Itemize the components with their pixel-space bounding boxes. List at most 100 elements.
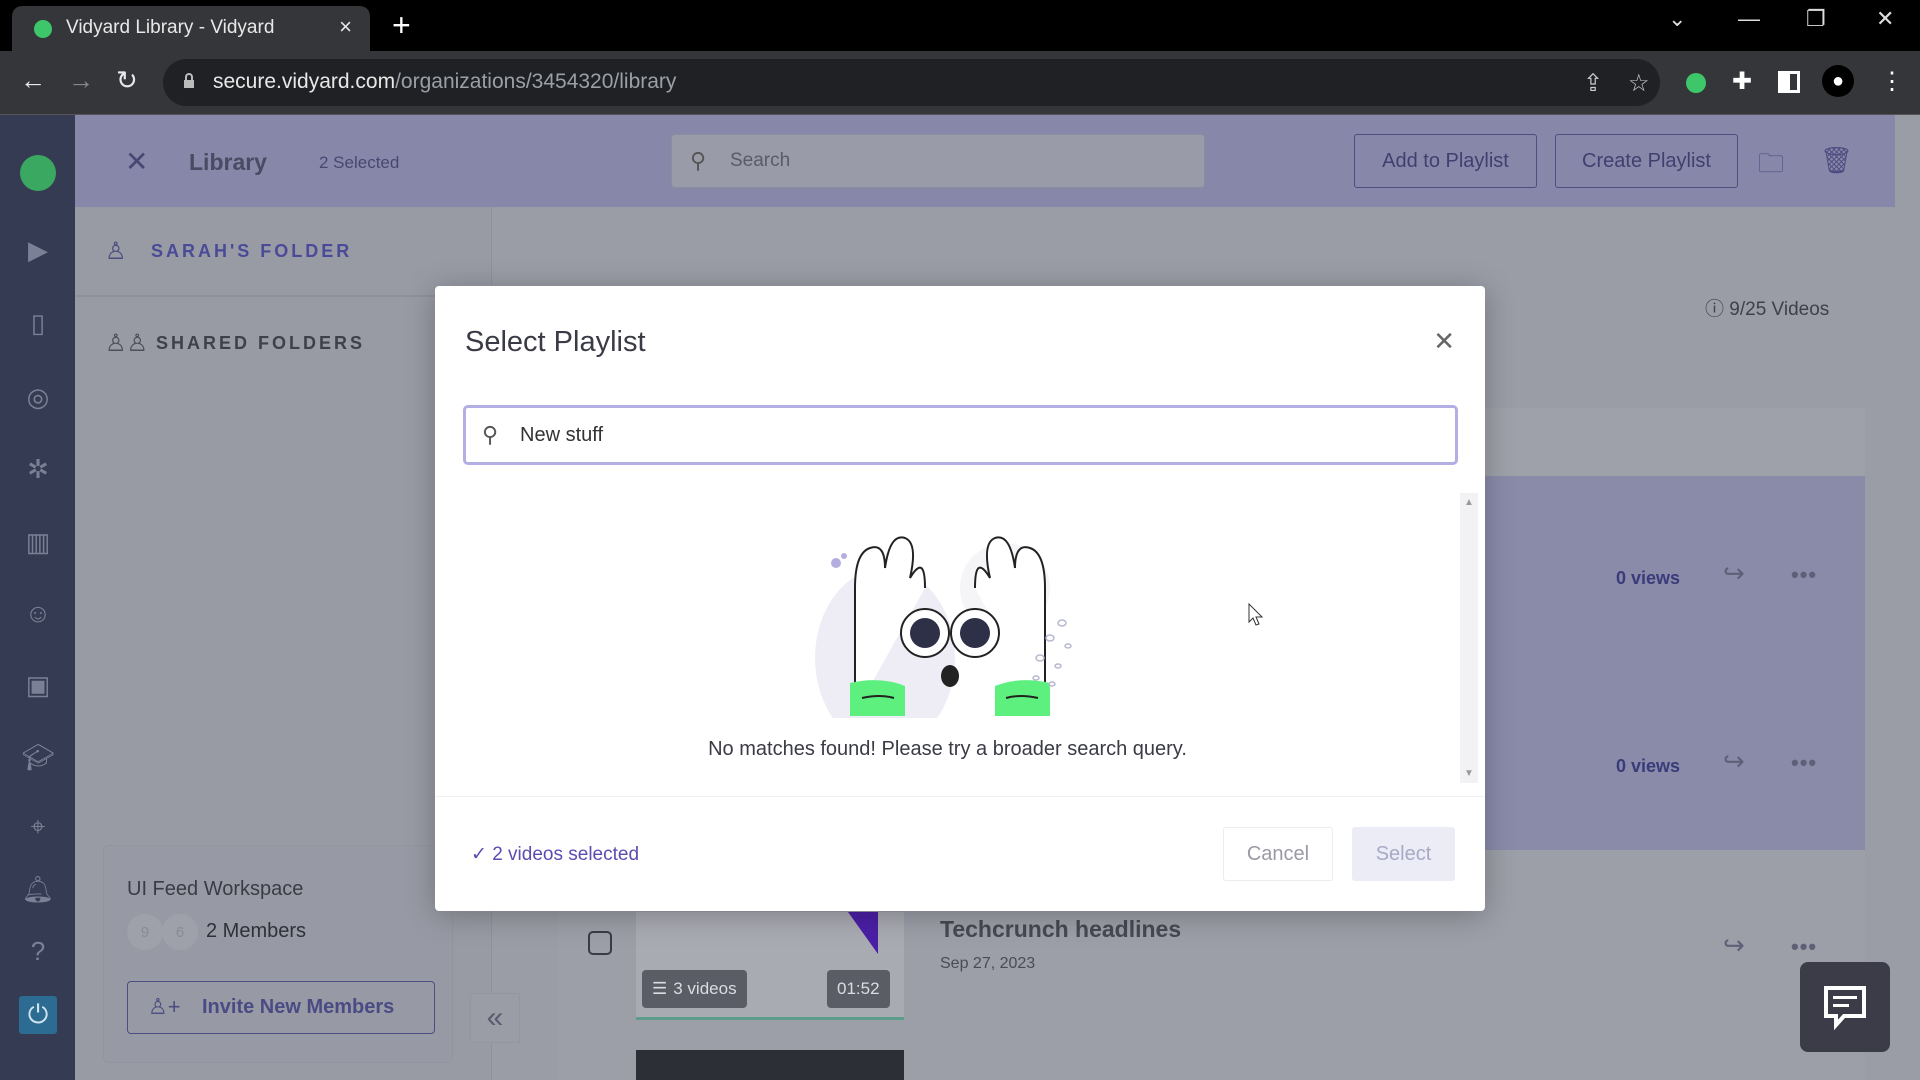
no-results-illustration bbox=[815, 536, 1072, 718]
user-icon: ♙ bbox=[105, 238, 127, 265]
minimize-icon[interactable]: — bbox=[1738, 6, 1760, 32]
modal-close-icon[interactable]: ✕ bbox=[1433, 326, 1455, 357]
videos-badge-text: 3 videos bbox=[673, 979, 737, 998]
page-title: Library bbox=[189, 149, 267, 175]
invite-new-members-button[interactable]: ♙+ Invite New Members bbox=[127, 981, 435, 1034]
videos-nav-icon[interactable]: ▶ bbox=[18, 230, 58, 270]
vidyard-logo-icon[interactable] bbox=[20, 155, 56, 191]
row-checkbox[interactable] bbox=[588, 931, 612, 955]
reload-icon[interactable]: ↻ bbox=[116, 65, 138, 96]
selected-count: 2 Selected bbox=[319, 153, 400, 172]
forward-icon[interactable]: → bbox=[68, 65, 94, 96]
folder-sidepanel: ♙ SARAH'S FOLDER ♙♙ SHARED FOLDERS UI Fe… bbox=[75, 207, 492, 1080]
library-search-input[interactable]: ⚲ Search bbox=[671, 134, 1205, 188]
add-to-playlist-button[interactable]: Add to Playlist bbox=[1354, 134, 1537, 188]
more-options-icon[interactable]: ••• bbox=[1791, 934, 1817, 960]
bookmark-star-icon[interactable]: ☆ bbox=[1628, 69, 1650, 98]
url-text: secure.vidyard.com/organizations/3454320… bbox=[213, 70, 676, 94]
mouse-cursor-icon bbox=[1248, 603, 1264, 626]
sidebar-item-sarahs-folder[interactable]: ♙ SARAH'S FOLDER bbox=[75, 207, 492, 297]
sidebar-item-label: SARAH'S FOLDER bbox=[151, 241, 353, 261]
users-icon: ♙♙ bbox=[105, 330, 149, 357]
share-icon[interactable]: ↪ bbox=[1723, 930, 1745, 961]
power-icon[interactable]: ⏻ bbox=[19, 996, 57, 1034]
browser-toolbar: ← → ↻ secure.vidyard.com/organizations/3… bbox=[0, 51, 1920, 115]
notifications-bell-icon[interactable]: 🔔︎ bbox=[18, 869, 58, 909]
tab-search-icon[interactable]: ⌄ bbox=[1668, 6, 1686, 32]
new-tab-button[interactable]: + bbox=[392, 7, 411, 44]
playlist-search-field[interactable]: ⚲ bbox=[463, 405, 1458, 465]
profile-avatar-icon[interactable]: ● bbox=[1822, 65, 1854, 97]
rooms-door-icon[interactable]: ▯ bbox=[18, 303, 58, 343]
tab-close-icon[interactable]: × bbox=[339, 14, 352, 40]
integrations-network-icon[interactable]: ✲ bbox=[18, 449, 58, 489]
row-views: 0 views bbox=[1616, 568, 1681, 588]
team-users-icon[interactable]: ☺ bbox=[18, 593, 58, 633]
extensions-puzzle-icon[interactable]: ✚ bbox=[1732, 67, 1752, 96]
add-user-icon: ♙+ bbox=[148, 994, 181, 1019]
select-button[interactable]: Select bbox=[1352, 827, 1455, 881]
video-count-text: 9/25 Videos bbox=[1729, 299, 1830, 320]
back-icon[interactable]: ← bbox=[20, 65, 46, 96]
select-playlist-modal: Select Playlist ✕ ⚲ ▲ ▼ No matches found… bbox=[435, 286, 1485, 911]
empty-state-message: No matches found! Please try a broader s… bbox=[708, 738, 1187, 760]
collapse-sidebar-button[interactable]: « bbox=[470, 993, 520, 1043]
move-to-folder-icon[interactable]: 🗀︎ bbox=[1758, 145, 1784, 189]
lock-icon bbox=[184, 73, 194, 88]
clear-selection-close-icon[interactable]: ✕ bbox=[125, 145, 148, 178]
analytics-chart-icon[interactable]: ▥ bbox=[18, 522, 58, 562]
modal-title: Select Playlist bbox=[465, 326, 646, 358]
url-host: secure.vidyard.com bbox=[213, 70, 396, 93]
search-icon: ⚲ bbox=[690, 148, 707, 173]
video-count: ⓘ 9/25 Videos bbox=[1705, 299, 1830, 320]
vidyard-favicon-icon bbox=[34, 20, 52, 38]
divider bbox=[75, 295, 492, 297]
delete-trash-icon[interactable]: 🗑︎ bbox=[1820, 145, 1853, 176]
row-views: 0 views bbox=[1616, 756, 1681, 776]
video-title[interactable]: Techcrunch headlines bbox=[940, 916, 1181, 943]
share-icon[interactable]: ↪ bbox=[1723, 746, 1745, 777]
member-avatar: 6 bbox=[162, 914, 198, 950]
playlist-search-input[interactable] bbox=[520, 418, 1420, 452]
prospecting-target-icon[interactable]: ◎ bbox=[18, 377, 58, 417]
side-panel-icon[interactable] bbox=[1778, 71, 1800, 93]
academy-cap-icon[interactable]: 🎓︎ bbox=[18, 737, 58, 777]
selected-summary: ✓ 2 videos selected bbox=[471, 843, 639, 866]
more-options-icon[interactable]: ••• bbox=[1791, 562, 1817, 588]
thumbnail-accent bbox=[848, 912, 878, 954]
share-icon[interactable]: ↪ bbox=[1723, 558, 1745, 589]
member-avatar: 9 bbox=[127, 914, 163, 950]
results-scrollbar[interactable]: ▲ ▼ bbox=[1460, 493, 1478, 783]
browser-menu-icon[interactable]: ⋮ bbox=[1880, 67, 1904, 96]
restore-icon[interactable]: ❐ bbox=[1806, 6, 1826, 32]
search-icon: ⚲ bbox=[482, 422, 499, 447]
tab-title: Vidyard Library - Vidyard bbox=[66, 17, 275, 38]
member-count[interactable]: 2 Members bbox=[206, 920, 306, 943]
video-thumbnail[interactable] bbox=[636, 1050, 904, 1080]
scroll-down-arrow[interactable]: ▼ bbox=[1464, 768, 1474, 779]
create-playlist-button[interactable]: Create Playlist bbox=[1555, 134, 1738, 188]
browser-tab[interactable]: Vidyard Library - Vidyard × bbox=[12, 6, 370, 51]
vidyard-extension-icon[interactable] bbox=[1686, 73, 1706, 93]
share-icon[interactable]: ⇪ bbox=[1583, 69, 1603, 98]
scroll-up-arrow[interactable]: ▲ bbox=[1464, 497, 1474, 508]
check-icon: ✓ bbox=[471, 844, 493, 865]
sidebar-item-label: SHARED FOLDERS bbox=[156, 333, 366, 353]
video-date: Sep 27, 2023 bbox=[940, 955, 1036, 972]
help-icon[interactable]: ? bbox=[18, 931, 58, 971]
playlist-videos-badge: ☰ 3 videos bbox=[642, 970, 747, 1008]
browser-tab-bar: Vidyard Library - Vidyard × + ⌄ — ❐ ✕ bbox=[0, 0, 1920, 51]
selected-summary-text: 2 videos selected bbox=[492, 844, 640, 865]
cancel-button[interactable]: Cancel bbox=[1223, 827, 1333, 881]
url-path: /organizations/3454320/library bbox=[395, 70, 677, 93]
window-close-icon[interactable]: ✕ bbox=[1876, 6, 1894, 32]
more-options-icon[interactable]: ••• bbox=[1791, 750, 1817, 776]
search-placeholder: Search bbox=[730, 150, 791, 171]
address-bar[interactable]: secure.vidyard.com/organizations/3454320… bbox=[163, 59, 1660, 106]
chat-widget-button[interactable] bbox=[1800, 962, 1890, 1052]
sidebar-item-shared-folders[interactable]: ♙♙ SHARED FOLDERS bbox=[75, 299, 492, 389]
duration-badge: 01:52 bbox=[827, 970, 890, 1008]
telescope-icon[interactable]: ⌖ bbox=[18, 807, 58, 847]
video-hub-icon[interactable]: ▣ bbox=[18, 665, 58, 705]
invite-label: Invite New Members bbox=[202, 996, 395, 1018]
